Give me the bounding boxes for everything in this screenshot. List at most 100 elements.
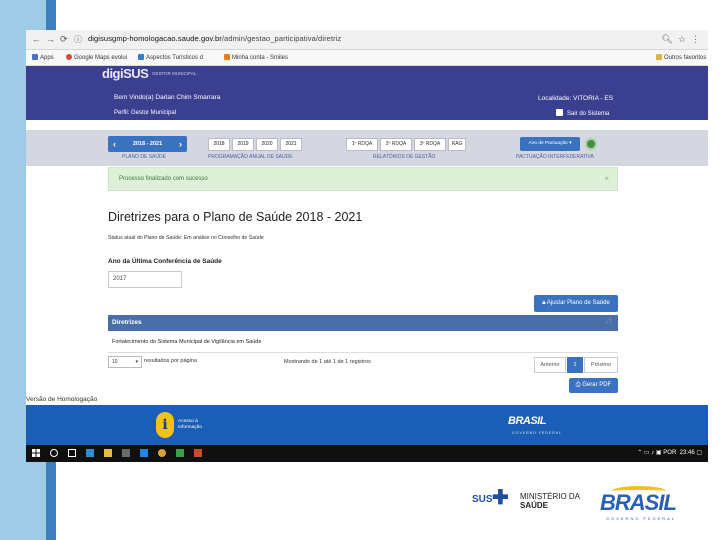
- adjust-plan-button[interactable]: 🔒︎ Ajustar Plano de Saúde: [534, 295, 618, 312]
- brasil-footer-subtitle: GOVERNO FEDERAL: [512, 431, 563, 435]
- windows-taskbar: ⌃ ▭ ♪ ▣ POR 23:46 ▢: [26, 445, 708, 462]
- next-page-button[interactable]: Próximo: [584, 357, 618, 373]
- brasil-logo: BRASIL: [600, 490, 677, 515]
- page-length-select[interactable]: 10 ▾: [108, 356, 142, 368]
- store-icon[interactable]: [122, 449, 130, 457]
- profile-text: Perfil: Gestor Municipal: [114, 110, 177, 116]
- page-length-label: resultados por página: [144, 358, 197, 364]
- table-header[interactable]: Diretrizes ↓↑: [108, 315, 618, 331]
- google-icon: [66, 54, 72, 60]
- rdqa-2-button[interactable]: 2º RDQA: [380, 138, 412, 151]
- prev-page-button[interactable]: Anterior: [534, 357, 566, 373]
- column-diretrizes: Diretrizes: [112, 319, 142, 326]
- chrome-icon[interactable]: [158, 449, 166, 457]
- bookmark-google-maps[interactable]: Google Maps evolui: [66, 54, 127, 61]
- plan-range-button[interactable]: ‹ 2018 - 2021 ›: [108, 136, 187, 152]
- star-icon[interactable]: ☆: [678, 34, 686, 44]
- conference-year-input[interactable]: 2017: [108, 271, 182, 288]
- success-alert: Processo finalizado com sucesso ×: [108, 167, 618, 191]
- browser-toolbar: ← → ⟳ ⓘ digisusgmp-homologacao.saude.gov…: [26, 30, 708, 50]
- ministerio-saude-logo: MINISTÉRIO DA SAÚDE: [520, 492, 581, 510]
- ssa-logo-icon: [585, 138, 597, 150]
- menu-dots-icon[interactable]: ⋮: [691, 34, 700, 44]
- bookmark-apps[interactable]: Apps: [32, 54, 54, 61]
- brasil-footer-logo[interactable]: BRASIL: [508, 415, 546, 427]
- reload-icon[interactable]: ⟳: [60, 34, 68, 45]
- digisus-logo[interactable]: digiSUS: [102, 66, 149, 81]
- url-host: digisusgmp-homologacao.saude.gov.br: [88, 34, 222, 43]
- search-icon[interactable]: 🔍︎: [661, 34, 672, 44]
- rdqa-3-button[interactable]: 3º RDQA: [414, 138, 446, 151]
- language-indicator: POR: [663, 450, 677, 456]
- sus-logo: SUS: [472, 494, 493, 505]
- page-1-button[interactable]: 1: [567, 357, 583, 373]
- version-text: Versão de Homologação: [26, 396, 98, 403]
- notifications-icon: ▢: [696, 450, 702, 456]
- system-tray[interactable]: ⌃ ▭ ♪ ▣ POR 23:46 ▢: [637, 449, 702, 456]
- cortana-search-icon[interactable]: [50, 449, 58, 457]
- info-i-icon: i: [156, 412, 174, 438]
- access-info-link[interactable]: i Acesso à Informação: [156, 412, 208, 438]
- reports-label: RELATÓRIOS DE GESTÃO: [373, 154, 436, 160]
- alert-text: Processo finalizado com sucesso: [119, 176, 208, 182]
- edge-icon[interactable]: [86, 449, 94, 457]
- access-info-text: Acesso à Informação: [178, 419, 202, 430]
- logout-icon: [556, 109, 563, 116]
- rag-button[interactable]: RAG: [448, 138, 466, 151]
- windows-start-icon[interactable]: [32, 449, 40, 457]
- excel-icon[interactable]: [176, 449, 184, 457]
- bookmark-aspectos[interactable]: Aspectos Turísticos d: [138, 54, 203, 61]
- close-icon[interactable]: ×: [604, 174, 609, 183]
- year-2020-button[interactable]: 2020: [256, 138, 278, 151]
- folder-icon: [656, 54, 662, 60]
- pact-year-button[interactable]: Ano de Pactuação ▾: [520, 137, 580, 151]
- info-icon[interactable]: ⓘ: [74, 34, 82, 45]
- address-bar[interactable]: digisusgmp-homologacao.saude.gov.br/admi…: [88, 34, 341, 43]
- year-2018-button[interactable]: 2018: [208, 138, 230, 151]
- screenshot: ← → ⟳ ⓘ digisusgmp-homologacao.saude.gov…: [26, 30, 708, 462]
- chevron-down-icon: ▾: [135, 359, 138, 365]
- plan-label: PLANO DE SAÚDE: [122, 154, 166, 160]
- welcome-text: Bem Vindo(a) Darlan Chim Smarrara: [114, 94, 221, 101]
- plan-status: Status atual do Plano de Saúde: Em análi…: [108, 235, 264, 241]
- conference-year-label: Ano da Última Conferência de Saúde: [108, 258, 222, 265]
- chrome-actions: 🔍︎ ☆ ⋮: [661, 34, 700, 45]
- table-info: Mostrando de 1 até 1 de 1 registros: [284, 359, 371, 365]
- smiles-icon: [224, 54, 230, 60]
- locality-text: Localidade: VITORIA - ES: [538, 95, 614, 102]
- tray-icons: ⌃ ▭ ♪ ▣: [637, 450, 664, 456]
- apps-icon: [32, 54, 38, 60]
- chevron-left-icon[interactable]: ‹: [113, 136, 116, 152]
- clock: 23:46: [679, 450, 695, 456]
- lock-icon: 🔒︎: [542, 300, 546, 306]
- years-label: PROGRAMAÇÃO ANUAL DE SAÚDE: [208, 154, 293, 160]
- task-view-icon[interactable]: [68, 449, 76, 457]
- other-bookmarks[interactable]: Outros favoritos: [656, 54, 706, 61]
- site-footer: i Acesso à Informação BRASIL GOVERNO FEDE…: [26, 405, 708, 445]
- sus-plus-icon: ✚: [492, 487, 509, 509]
- chevron-right-icon[interactable]: ›: [179, 136, 182, 152]
- menu-bar: ‹ 2018 - 2021 › PLANO DE SAÚDE 2018 2019…: [26, 130, 708, 166]
- logout-link[interactable]: Sair do Sistema: [556, 109, 609, 117]
- mail-icon[interactable]: [140, 449, 148, 457]
- file-explorer-icon[interactable]: [104, 449, 112, 457]
- forward-icon[interactable]: →: [46, 34, 55, 44]
- rdqa-1-button[interactable]: 1º RDQA: [346, 138, 378, 151]
- pact-label: PACTUAÇÃO INTERFEDERATIVA: [516, 154, 594, 160]
- year-2021-button[interactable]: 2021: [280, 138, 302, 151]
- page-title: Diretrizes para o Plano de Saúde 2018 - …: [108, 210, 363, 224]
- sort-icon[interactable]: ↓↑: [605, 318, 612, 325]
- year-2019-button[interactable]: 2019: [232, 138, 254, 151]
- url-path: /admin/gestao_participativa/diretriz: [221, 34, 342, 43]
- site-header: digiSUS GESTOR MUNICIPAL Bem Vindo(a) Da…: [26, 66, 708, 120]
- bookmark-smiles[interactable]: Minha conta - Smiles: [224, 54, 288, 61]
- pdf-icon: ⎙: [575, 382, 581, 388]
- page-icon: [138, 54, 144, 60]
- generate-pdf-button[interactable]: ⎙ Gerar PDF: [569, 378, 618, 393]
- powerpoint-icon[interactable]: [194, 449, 202, 457]
- bookmarks-bar: Apps Google Maps evolui Aspectos Turísti…: [26, 50, 708, 66]
- logo-subtitle: GESTOR MUNICIPAL: [152, 71, 197, 76]
- back-icon[interactable]: ←: [32, 34, 41, 44]
- table-row[interactable]: Fortalecimento do Sistema Municipal de V…: [108, 331, 618, 353]
- brasil-logo-subtitle: GOVERNO FEDERAL: [606, 516, 677, 521]
